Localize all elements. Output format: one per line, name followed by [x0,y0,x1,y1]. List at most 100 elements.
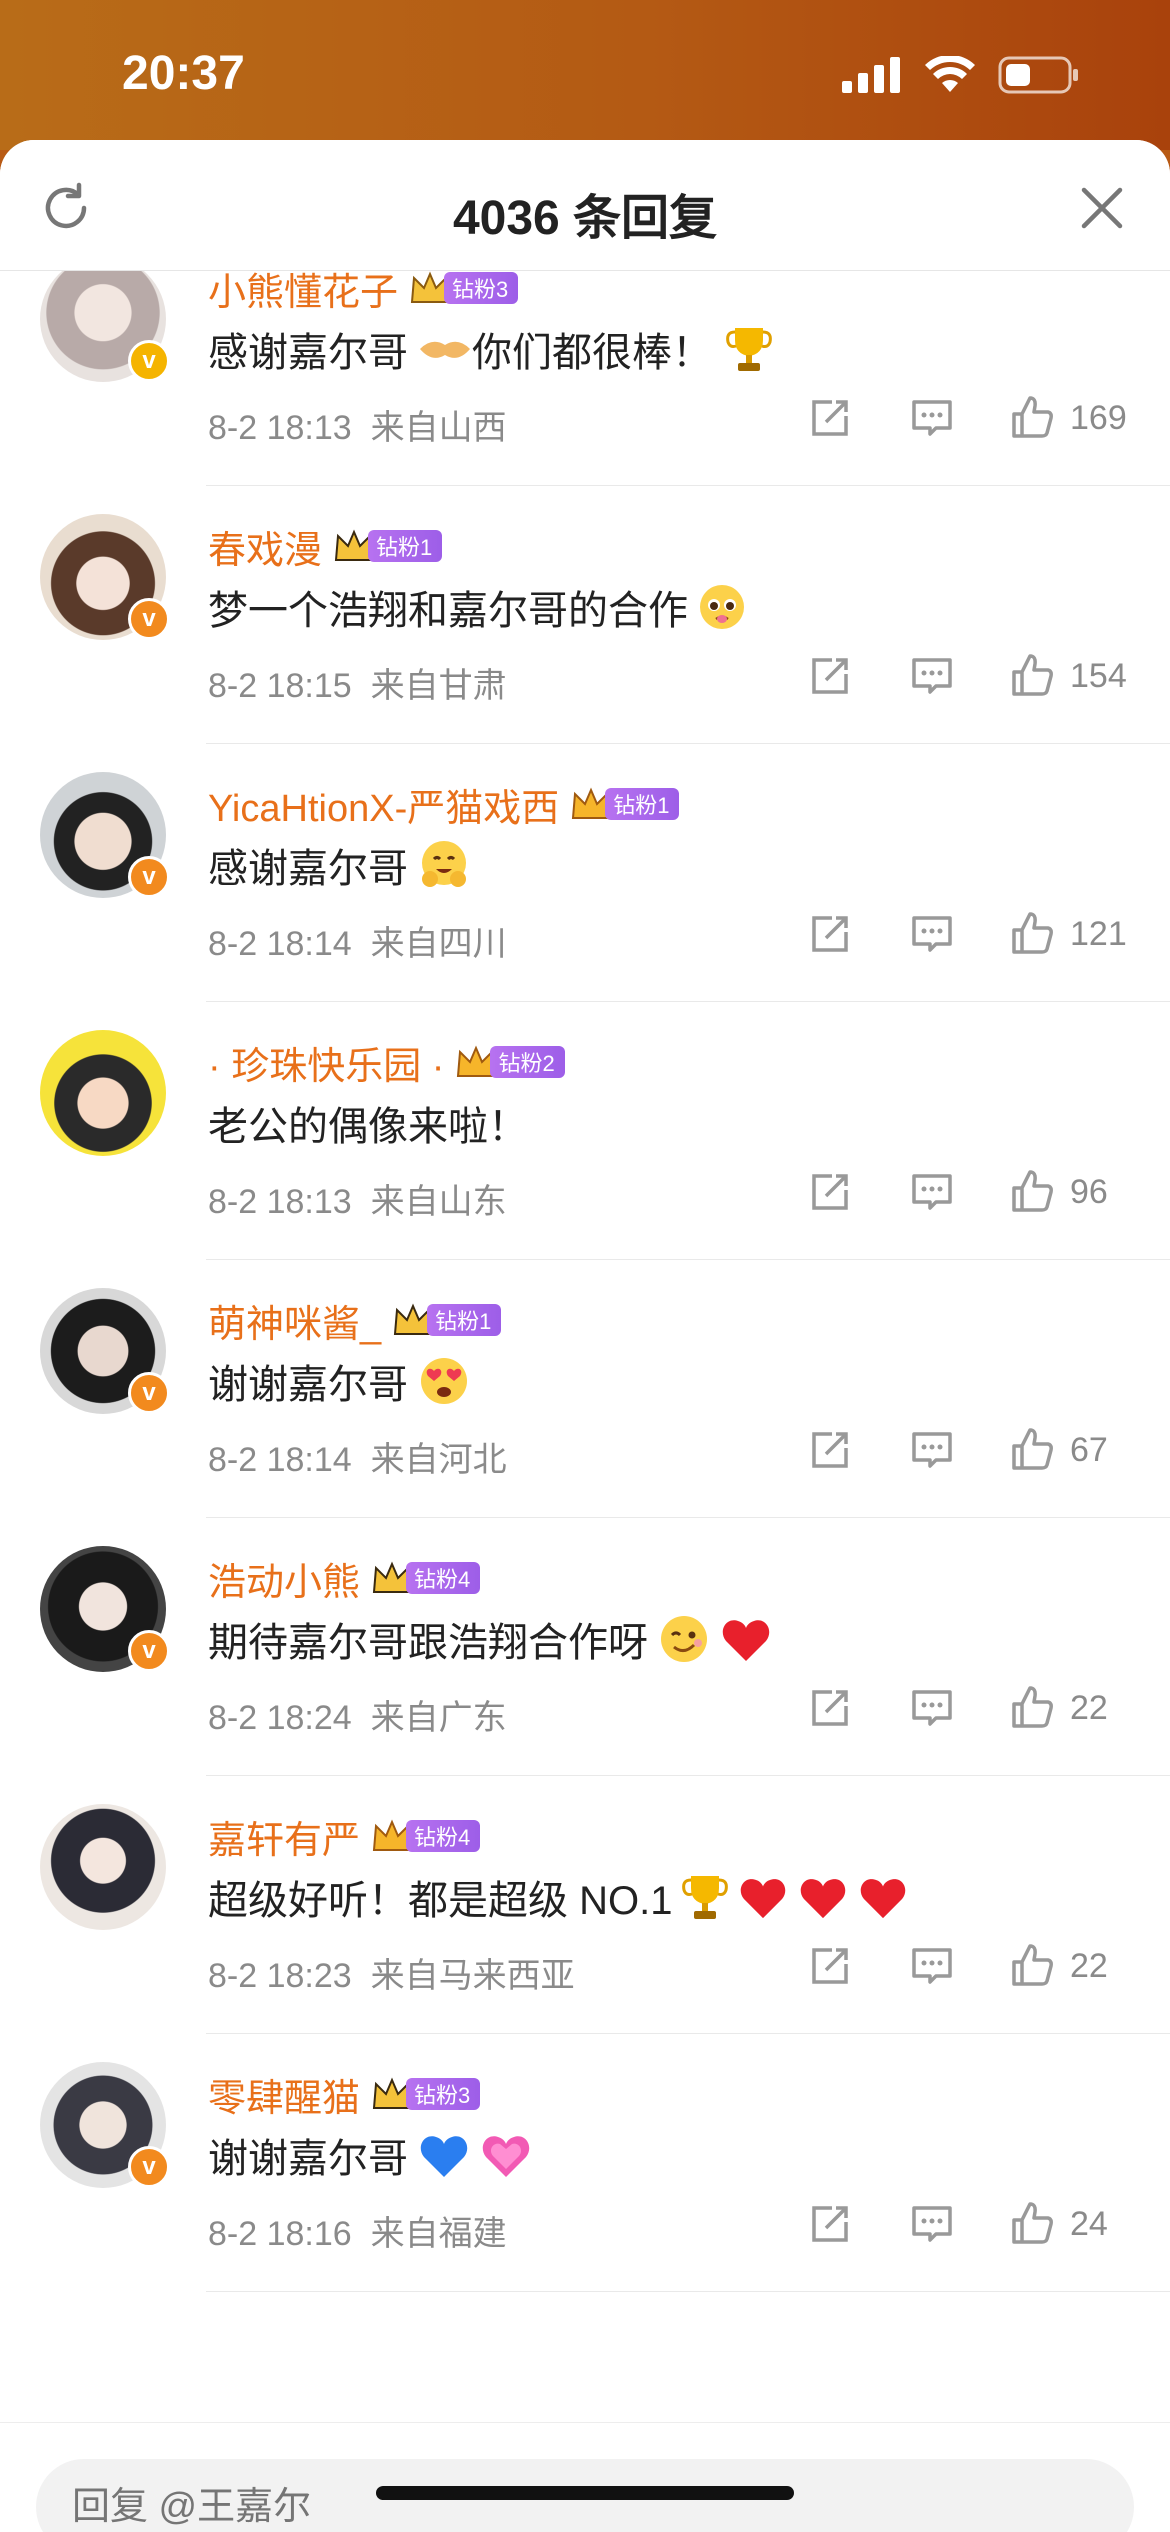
share-icon[interactable] [806,394,854,442]
like-button[interactable]: 121 [1008,910,1130,958]
avatar[interactable]: v [40,772,170,898]
like-count: 22 [1070,1946,1108,1985]
like-button[interactable]: 96 [1008,1168,1130,1216]
cellular-signal-icon [842,57,900,93]
avatar[interactable]: v [40,1288,170,1414]
comment-item: v 小熊懂花子 钻粉3 感谢嘉尔哥 你们都很棒！ 8-2 18:13 来自山西 [0,270,1170,486]
divider [206,2291,1170,2292]
hugging-face-emoji-icon [422,841,466,887]
handshake-emoji-icon [420,341,470,358]
fan-badge: 钻粉2 [454,1045,565,1079]
share-icon[interactable] [806,1684,854,1732]
comment-meta: 8-2 18:16 来自福建 [208,2215,507,2253]
username[interactable]: 零肆醒猫 [208,2067,360,2122]
status-icons [842,56,1080,94]
red-heart-emoji-icon [722,1620,770,1661]
like-button[interactable]: 169 [1008,394,1130,442]
avatar[interactable]: v [40,514,170,640]
comment-text: 感谢嘉尔哥 你们都很棒！ [208,320,772,378]
comment-icon[interactable] [908,652,956,700]
comment-icon[interactable] [908,2200,956,2248]
like-button[interactable]: 24 [1008,2200,1130,2248]
avatar[interactable] [40,1804,166,1930]
close-icon[interactable] [1074,180,1130,236]
like-count: 154 [1070,656,1127,695]
share-icon[interactable] [806,1168,854,1216]
comment-text: 感谢嘉尔哥 [208,836,470,894]
avatar[interactable]: v [40,2062,170,2188]
fan-badge: 钻粉1 [332,529,443,563]
comment-icon[interactable] [908,1426,956,1474]
replies-sheet: 4036 条回复 v 小熊懂花子 钻粉3 感谢嘉尔哥 你们都很棒！ 8-2 18… [0,140,1170,2532]
like-count: 121 [1070,914,1127,953]
comment-icon[interactable] [908,1684,956,1732]
comment-item: v 春戏漫 钻粉1 梦一个浩翔和嘉尔哥的合作 8-2 18:15 来自甘肃 15… [0,486,1170,744]
red-heart-emoji-icon [741,1879,786,1919]
status-bar: 20:37 [0,0,1170,150]
avatar[interactable]: v [40,270,170,382]
comment-list[interactable]: v 小熊懂花子 钻粉3 感谢嘉尔哥 你们都很棒！ 8-2 18:13 来自山西 [0,270,1170,2422]
username[interactable]: 春戏漫 [208,519,322,574]
verified-badge-icon: v [128,340,170,382]
username[interactable]: 嘉轩有严 [208,1809,360,1864]
like-button[interactable]: 154 [1008,652,1130,700]
share-icon[interactable] [806,652,854,700]
comment-meta: 8-2 18:13 来自山西 [208,409,507,447]
verified-badge-icon: v [128,856,170,898]
sheet-header: 4036 条回复 [0,140,1170,271]
red-heart-emoji-icon [861,1879,906,1919]
comment-item: v 零肆醒猫 钻粉3 谢谢嘉尔哥 8-2 18:16 来自福建 24 [0,2034,1170,2292]
username[interactable]: 浩动小熊 [208,1551,360,1606]
comment-icon[interactable] [908,394,956,442]
verified-badge-icon: v [128,2146,170,2188]
comment-item: v YicaHtionX-严猫戏西 钻粉1 感谢嘉尔哥 8-2 18:14 来自… [0,744,1170,1002]
like-count: 96 [1070,1172,1108,1211]
thumbs-up-icon [1012,654,1053,696]
comment-text: 梦一个浩翔和嘉尔哥的合作 [208,578,746,636]
thumbs-up-icon [1012,396,1053,438]
verified-badge-icon: v [128,1630,170,1672]
username[interactable]: · 珍珠快乐园 · [208,1035,444,1090]
comment-icon[interactable] [908,1168,956,1216]
like-count: 22 [1070,1688,1108,1727]
comment-icon[interactable] [908,910,956,958]
comment-meta: 8-2 18:14 来自河北 [208,1441,507,1479]
share-icon[interactable] [806,1426,854,1474]
comment-item: 嘉轩有严 钻粉4 超级好听！都是超级 NO.1 8-2 18:23 来自马来西亚 [0,1776,1170,2034]
blue-heart-emoji-icon [420,2136,468,2177]
wifi-icon [925,56,975,92]
trophy-emoji-icon [726,328,772,371]
share-icon[interactable] [806,2200,854,2248]
thumbs-up-icon [1012,1170,1053,1212]
thumbs-up-icon [1012,1944,1053,1986]
like-button[interactable]: 22 [1008,1942,1130,1990]
like-button[interactable]: 67 [1008,1426,1130,1474]
red-heart-emoji-icon [801,1879,846,1919]
reply-bar [0,2422,1170,2532]
username[interactable]: 萌神咪酱_ [208,1293,381,1348]
thumbs-up-icon [1012,2202,1053,2244]
avatar[interactable] [40,1030,166,1156]
heart-eyes-emoji-icon [421,1358,467,1404]
home-indicator[interactable] [376,2486,794,2500]
share-icon[interactable] [806,1942,854,1990]
like-count: 24 [1070,2204,1108,2243]
fan-badge: 钻粉4 [370,1561,481,1595]
username[interactable]: 小熊懂花子 [208,270,398,316]
wink-emoji-icon [661,1616,707,1662]
like-button[interactable]: 22 [1008,1684,1130,1732]
fan-badge: 钻粉3 [370,2077,481,2111]
comment-meta: 8-2 18:23 来自马来西亚 [208,1957,575,1995]
verified-badge-icon: v [128,598,170,640]
avatar[interactable]: v [40,1546,170,1672]
comment-icon[interactable] [908,1942,956,1990]
comment-item: · 珍珠快乐园 · 钻粉2 老公的偶像来啦！ 8-2 18:13 来自山东 96 [0,1002,1170,1260]
username[interactable]: YicaHtionX-严猫戏西 [208,777,559,832]
share-icon[interactable] [806,910,854,958]
status-time: 20:37 [122,47,245,100]
comment-item: v 萌神咪酱_ 钻粉1 谢谢嘉尔哥 8-2 18:14 来自河北 67 [0,1260,1170,1518]
fan-badge: 钻粉3 [408,271,519,305]
fan-badge: 钻粉4 [370,1819,481,1853]
comment-text: 谢谢嘉尔哥 [208,2126,532,2184]
pink-heart-emoji-icon [482,2136,530,2177]
